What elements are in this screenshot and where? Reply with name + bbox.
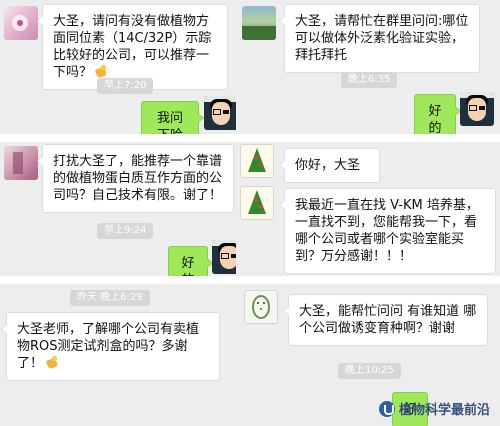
timestamp-badge: 早上9:24 bbox=[97, 223, 154, 239]
chat-panel-4: 你好，大圣 我最近一直在找 V-KM 培养基，一直找不到，您能帮我一下，看哪个公… bbox=[236, 142, 500, 276]
ornament-icon bbox=[259, 205, 263, 209]
reply-bubble: 好的 bbox=[168, 246, 213, 276]
message-text: 大圣，能帮忙问问 有谁知道 哪个公司做诱变育种啊？谢谢 bbox=[299, 304, 477, 336]
timestamp-badge: 晚上10:25 bbox=[338, 363, 401, 379]
tree-icon bbox=[248, 190, 266, 214]
message-text: 大圣，请帮忙在群里问问:哪位可以做体外泛素化验证实验，拜托拜托 bbox=[295, 14, 469, 63]
timestamp-badge: 早上7:20 bbox=[97, 78, 154, 94]
contact-avatar[interactable] bbox=[4, 146, 38, 180]
contact-avatar[interactable] bbox=[242, 6, 276, 40]
user-avatar[interactable] bbox=[212, 240, 236, 274]
message-bubble: 打扰大圣了，能推荐一个靠谱的做植物蛋白质互作方面的公司吗？自己技术有限。谢了！ bbox=[37, 144, 234, 213]
user-avatar[interactable] bbox=[460, 92, 494, 126]
reply-bubble: 好的 bbox=[414, 94, 461, 134]
message-bubble: 大圣老师，了解哪个公司有卖植物ROS测定试剂盒的吗？多谢了！ bbox=[1, 312, 220, 381]
message-bubble: 我最近一直在找 V-KM 培养基，一直找不到，您能帮我一下，看哪个公司或者哪个实… bbox=[279, 188, 496, 274]
contact-avatar[interactable] bbox=[240, 186, 274, 220]
message-bubble: 大圣，能帮忙问问 有谁知道 哪个公司做诱变育种啊？谢谢 bbox=[283, 294, 488, 346]
watermark-text: 植物科学最前沿 bbox=[398, 403, 490, 418]
timestamp-badge: 晚上6:35 bbox=[341, 72, 398, 88]
chat-panel-5: 昨天 晚上6:29 大圣老师，了解哪个公司有卖植物ROS测定试剂盒的吗？多谢了！ bbox=[0, 284, 236, 426]
ornament-icon bbox=[259, 163, 263, 167]
tree-icon bbox=[248, 148, 266, 172]
contact-avatar[interactable] bbox=[240, 144, 274, 178]
watermark-logo-icon bbox=[378, 400, 395, 417]
reply-bubble: 我问下哈 bbox=[141, 101, 204, 134]
avatar-glasses bbox=[469, 105, 477, 111]
avatar-glasses bbox=[221, 253, 229, 259]
chat-panel-1: 大圣，请问有没有做植物方面同位素（14C/32P）示踪比较好的公司，可以推荐一下… bbox=[0, 0, 236, 134]
contact-avatar[interactable] bbox=[4, 6, 38, 40]
message-text: 打扰大圣了，能推荐一个靠谱的做植物蛋白质互作方面的公司吗？自己技术有限。谢了！ bbox=[53, 154, 223, 203]
thumbs-up-icon bbox=[45, 355, 59, 369]
chat-panel-3: 打扰大圣了，能推荐一个靠谱的做植物蛋白质互作方面的公司吗？自己技术有限。谢了！ … bbox=[0, 142, 236, 276]
chat-panel-2: 大圣，请帮忙在群里问问:哪位可以做体外泛素化验证实验，拜托拜托 晚上6:35 好… bbox=[236, 0, 500, 134]
ornament-icon bbox=[254, 198, 258, 202]
user-avatar[interactable] bbox=[204, 96, 236, 130]
avatar-glasses bbox=[213, 109, 221, 115]
message-text: 大圣，请问有没有做植物方面同位素（14C/32P）示踪比较好的公司，可以推荐一下… bbox=[53, 14, 212, 80]
message-bubble: 你好，大圣 bbox=[279, 148, 380, 183]
ornament-icon bbox=[254, 156, 258, 160]
contact-avatar[interactable] bbox=[244, 290, 278, 324]
thumbs-up-icon bbox=[94, 64, 108, 78]
timestamp-badge: 昨天 晚上6:29 bbox=[70, 290, 150, 306]
message-bubble: 大圣，请帮忙在群里问问:哪位可以做体外泛素化验证实验，拜托拜托 bbox=[279, 4, 480, 73]
chat-panel-6: 大圣，能帮忙问问 有谁知道 哪个公司做诱变育种啊？谢谢 晚上10:25 好 植物… bbox=[236, 284, 500, 426]
watermark: 植物科学最前沿 bbox=[378, 399, 490, 418]
